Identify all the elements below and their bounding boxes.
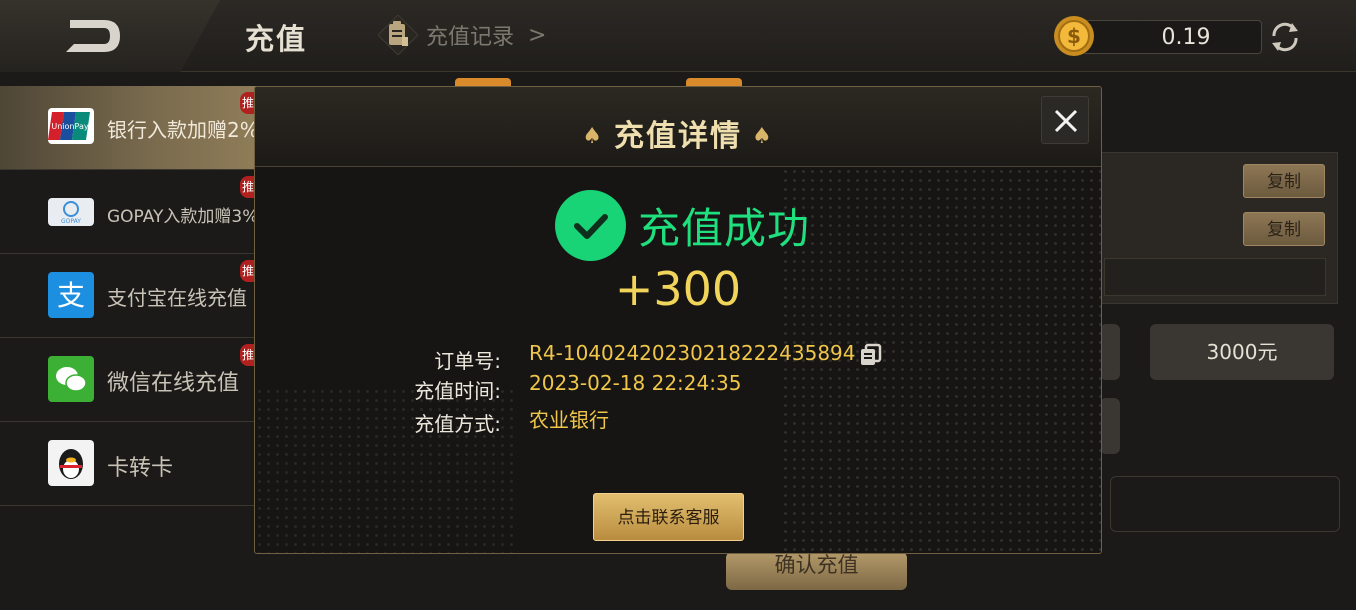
back-icon	[66, 20, 120, 52]
record-link-label: 充值记录	[426, 25, 515, 50]
gold-coin-icon: $	[1052, 14, 1096, 58]
svg-text:GOPAY: GOPAY	[61, 218, 81, 225]
refresh-icon[interactable]	[1266, 18, 1304, 56]
success-check-icon	[555, 189, 626, 261]
sidebar-item-label: 银行入款加赠2%	[107, 118, 259, 142]
sidebar-item-alipay[interactable]: 支 支付宝在线充值 推	[0, 254, 256, 338]
modal-header: ♠ 充值详情 ♠	[255, 87, 1101, 167]
unionpay-icon: UnionPay	[48, 108, 94, 144]
wechat-icon	[48, 356, 94, 402]
recharge-method-label: 充值方式:	[414, 412, 501, 436]
sidebar-item-bank[interactable]: UnionPay 银行入款加赠2% 推	[0, 86, 259, 170]
top-bar: 充值 充值记录 > 0.19 $	[0, 0, 1356, 72]
sidebar-item-label: GOPAY入款加赠3%	[107, 207, 259, 227]
contact-service-button[interactable]: 点击联系客服	[593, 493, 744, 541]
qq-penguin-icon	[48, 440, 94, 486]
recharge-time-value: 2023-02-18 22:24:35	[529, 371, 742, 395]
svg-text:支: 支	[57, 279, 85, 312]
sidebar-item-label: 微信在线充值	[107, 371, 240, 396]
modal-title: ♠ 充值详情 ♠	[255, 111, 1101, 155]
alipay-icon: 支	[48, 272, 94, 318]
success-status: 充值成功	[555, 189, 810, 261]
remark-field[interactable]	[1104, 258, 1326, 296]
amount-option[interactable]	[1100, 398, 1120, 454]
payment-sidebar: UnionPay 银行入款加赠2% 推 GOPAY GOPAY入款加赠3% 推 …	[0, 86, 259, 516]
sidebar-item-label: 卡转卡	[107, 456, 174, 481]
copy-button[interactable]: 复制	[1243, 212, 1325, 246]
sidebar-item-label: 支付宝在线充值	[107, 286, 247, 310]
close-icon	[1054, 109, 1078, 133]
sidebar-item-gopay[interactable]: GOPAY GOPAY入款加赠3% 推	[0, 170, 259, 254]
order-number-value: R4-10402420230218222435894	[529, 341, 856, 365]
sidebar-item-card-transfer[interactable]: 卡转卡	[0, 422, 256, 506]
back-button[interactable]	[0, 0, 220, 72]
recharge-method-value: 农业银行	[529, 408, 609, 432]
copy-button[interactable]: 复制	[1243, 164, 1325, 198]
confirm-recharge-button[interactable]: 确认充值	[726, 552, 907, 590]
order-number-label: 订单号:	[434, 349, 501, 373]
modal-title-text: 充值详情	[614, 119, 742, 154]
svg-text:UnionPay: UnionPay	[51, 122, 88, 131]
recharge-record-link[interactable]: 充值记录 >	[377, 14, 547, 56]
balance-amount: 0.19	[1161, 25, 1211, 50]
amount-input[interactable]	[1110, 476, 1340, 532]
recharge-amount: +300	[614, 262, 742, 316]
page-title: 充值	[245, 22, 308, 56]
amount-option[interactable]	[1100, 324, 1120, 380]
svg-text:$: $	[1067, 24, 1081, 48]
spade-icon: ♠	[582, 124, 604, 149]
amount-option-3000[interactable]: 3000元	[1150, 324, 1334, 380]
balance-box: 0.19	[1082, 20, 1262, 54]
copy-icon[interactable]	[859, 343, 883, 367]
spade-icon: ♠	[752, 124, 774, 149]
close-button[interactable]	[1041, 96, 1089, 144]
gopay-icon: GOPAY	[48, 198, 94, 226]
recharge-detail-modal: ♠ 充值详情 ♠ 充值成功 +300 订单号: R4-104024202302182…	[254, 86, 1102, 554]
recharge-time-label: 充值时间:	[414, 379, 501, 403]
record-icon	[377, 14, 419, 56]
sidebar-item-wechat[interactable]: 微信在线充值 推	[0, 338, 256, 422]
chevron-right-icon: >	[528, 22, 547, 48]
success-text: 充值成功	[638, 203, 811, 253]
